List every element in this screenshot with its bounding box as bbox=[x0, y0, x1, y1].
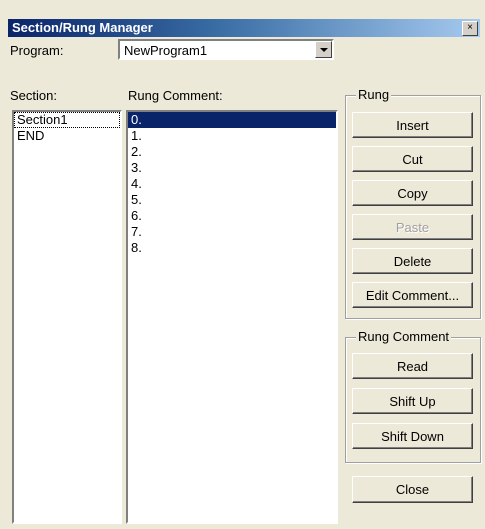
list-item[interactable]: 3. bbox=[128, 160, 336, 176]
insert-button[interactable]: Insert bbox=[352, 112, 473, 138]
program-value: NewProgram1 bbox=[124, 43, 208, 58]
read-button[interactable]: Read bbox=[352, 353, 473, 379]
list-item[interactable]: 0. bbox=[128, 112, 336, 128]
list-item[interactable]: 4. bbox=[128, 176, 336, 192]
list-item[interactable]: 2. bbox=[128, 144, 336, 160]
rung-comment-label: Rung Comment: bbox=[128, 88, 223, 103]
rung-comment-listbox[interactable]: 0. 1. 2. 3. 4. 5. 6. 7. 8. bbox=[126, 110, 338, 524]
section-rung-manager-dialog: Section/Rung Manager × Program: NewProgr… bbox=[0, 0, 485, 529]
cut-button[interactable]: Cut bbox=[352, 146, 473, 172]
section-label: Section: bbox=[10, 88, 57, 103]
shift-up-button[interactable]: Shift Up bbox=[352, 388, 473, 414]
list-item[interactable]: Section1 bbox=[14, 112, 120, 128]
window-title: Section/Rung Manager bbox=[12, 20, 153, 35]
list-item[interactable]: 6. bbox=[128, 208, 336, 224]
list-item[interactable]: 5. bbox=[128, 192, 336, 208]
list-item[interactable]: END bbox=[14, 128, 120, 144]
edit-comment-button[interactable]: Edit Comment... bbox=[352, 282, 473, 308]
program-dropdown[interactable]: NewProgram1 bbox=[118, 39, 334, 60]
title-bar[interactable]: Section/Rung Manager × bbox=[8, 19, 480, 37]
list-item[interactable]: 8. bbox=[128, 240, 336, 256]
paste-button[interactable]: Paste bbox=[352, 214, 473, 240]
section-listbox[interactable]: Section1 END bbox=[12, 110, 122, 524]
delete-button[interactable]: Delete bbox=[352, 248, 473, 274]
list-item[interactable]: 7. bbox=[128, 224, 336, 240]
close-button[interactable]: Close bbox=[352, 476, 473, 503]
rung-group-title: Rung bbox=[356, 87, 392, 102]
program-label: Program: bbox=[10, 43, 64, 58]
shift-down-button[interactable]: Shift Down bbox=[352, 423, 473, 449]
rung-comment-group-title: Rung Comment bbox=[356, 329, 452, 344]
list-item[interactable]: 1. bbox=[128, 128, 336, 144]
copy-button[interactable]: Copy bbox=[352, 180, 473, 206]
close-icon[interactable]: × bbox=[462, 21, 478, 36]
dropdown-arrow-icon[interactable] bbox=[315, 41, 332, 58]
